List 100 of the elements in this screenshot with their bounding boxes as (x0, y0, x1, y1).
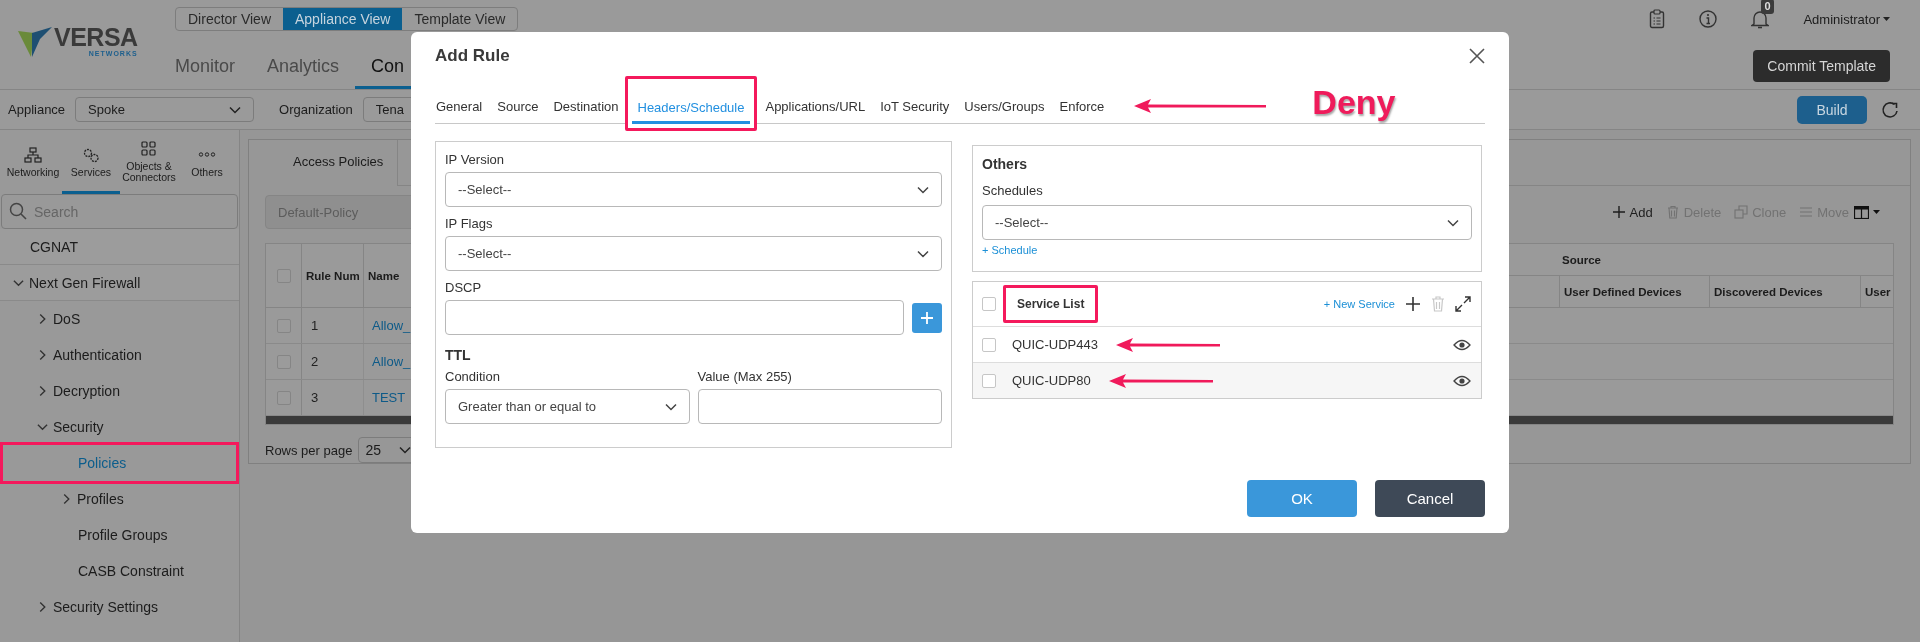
filter-label: Appliance (8, 102, 66, 117)
chevron-icon (229, 105, 242, 114)
plus-icon[interactable] (1405, 296, 1421, 312)
notification-badge: 0 (1761, 0, 1774, 14)
sidebar-item[interactable]: Authentication (0, 337, 239, 373)
view-tab[interactable]: Template View (402, 8, 518, 30)
chevron-icon (38, 349, 47, 361)
chevron-icon (1447, 218, 1459, 227)
view-tab[interactable]: Director View (176, 8, 283, 30)
field-label: Schedules (982, 182, 1044, 200)
sidebar-tab[interactable]: Objects & Connectors (120, 130, 178, 194)
filter-select[interactable]: Spoke (75, 97, 255, 122)
gears-icon (82, 146, 100, 163)
table-cell: 1 (311, 318, 319, 333)
sidebar-item[interactable]: CASB Constraint (0, 553, 239, 589)
tab[interactable]: Source (496, 93, 540, 123)
commit-template-button[interactable]: Commit Template (1753, 50, 1890, 82)
eye-icon[interactable] (1453, 338, 1471, 351)
policy-tab[interactable]: Access Policies (249, 140, 399, 186)
filter-label: Organization (279, 102, 353, 117)
annotation-label: Deny (1312, 85, 1396, 119)
service-name: QUIC-UDP443 (1012, 337, 1098, 352)
select-field[interactable]: --Select-- (445, 236, 942, 271)
chevron-icon (38, 601, 47, 613)
chevron-icon (13, 278, 24, 287)
field-label: IP Version (445, 151, 506, 169)
sidebar-item[interactable]: Security (0, 409, 239, 445)
field-label: DSCP (445, 279, 483, 297)
tab[interactable]: General (435, 93, 484, 123)
sidebar-item[interactable]: Profile Groups (0, 517, 239, 553)
column-header: User (1865, 285, 1891, 298)
new-service-link[interactable]: + New Service (1323, 298, 1395, 310)
plus-icon (921, 311, 933, 324)
rows-per-page-label: Rows per page (265, 442, 353, 458)
select-field[interactable]: Greater than or equal to (445, 389, 690, 424)
sidebar-tab[interactable]: Others (178, 130, 236, 194)
section-title: Others (982, 155, 1029, 174)
column-header: Discovered Devices (1714, 285, 1823, 298)
section-title: TTL (445, 346, 472, 365)
tab[interactable]: Applications/URL (764, 93, 867, 123)
caret-icon[interactable] (1873, 210, 1880, 214)
add-button[interactable] (912, 302, 942, 333)
close-icon[interactable] (1469, 48, 1485, 64)
field-label: Condition (445, 368, 501, 386)
chevron-icon (664, 402, 677, 411)
chevron-icon (917, 185, 929, 194)
chevron-icon (38, 313, 47, 325)
tab[interactable]: Destination (552, 93, 620, 123)
add-schedule-link[interactable]: + Schedule (982, 244, 1038, 256)
input-field[interactable] (697, 389, 942, 424)
nav-tab[interactable]: Analytics (251, 49, 356, 89)
input-field[interactable] (445, 300, 904, 335)
tab[interactable]: Headers/Schedule (631, 94, 751, 124)
select-field[interactable]: --Select-- (982, 205, 1472, 240)
info-icon[interactable] (1699, 10, 1718, 28)
plus-icon (1611, 205, 1626, 219)
list-title: Service List (1017, 297, 1085, 311)
checkbox[interactable] (982, 337, 996, 352)
chevron-icon (38, 385, 47, 397)
refresh-icon[interactable] (1881, 99, 1901, 120)
view-tab[interactable]: Appliance View (283, 8, 403, 30)
column-header: Name (368, 269, 400, 282)
eye-icon[interactable] (1453, 374, 1471, 387)
user-menu[interactable]: Administrator (1803, 11, 1890, 27)
chevron-icon (37, 423, 48, 431)
sidebar-item[interactable]: Profiles (0, 481, 239, 517)
columns-icon[interactable] (1854, 205, 1869, 219)
chevron-icon (399, 446, 412, 454)
column-header: Rule Num (306, 269, 360, 282)
sidebar-item[interactable]: Security Settings (0, 589, 239, 625)
caret-icon (1883, 17, 1890, 21)
dots-icon (198, 151, 216, 157)
tab[interactable]: IoT Security (879, 93, 951, 123)
brand-name: VERSA (54, 25, 138, 49)
sidebar-tab[interactable]: Networking (4, 130, 62, 194)
select-field[interactable]: --Select-- (445, 172, 942, 207)
chevron-icon (62, 493, 71, 505)
cancel-button[interactable]: Cancel (1375, 480, 1485, 517)
service-name: QUIC-UDP80 (1012, 373, 1091, 388)
tab[interactable]: Users/Groups (963, 93, 1046, 123)
sidebar-item[interactable]: Decryption (0, 373, 239, 409)
field-label: Value (Max 255) (697, 368, 793, 386)
toolbar-action[interactable]: Add (1611, 204, 1653, 220)
build-button[interactable]: Build (1797, 95, 1867, 124)
tab[interactable]: Enforce (1058, 93, 1106, 123)
bell-icon[interactable] (1751, 9, 1770, 29)
expand-icon[interactable] (1455, 296, 1471, 312)
copy-icon (1734, 205, 1749, 219)
ok-button[interactable]: OK (1247, 480, 1357, 517)
trash-icon (1665, 205, 1680, 219)
checkbox[interactable] (982, 373, 996, 388)
sidebar-tab[interactable]: Services (62, 130, 120, 194)
dialog-title: Add Rule (435, 46, 510, 66)
column-group-header: Source (1562, 253, 1601, 266)
clipboard-icon[interactable] (1649, 9, 1666, 29)
sidebar-item[interactable]: DoS (0, 301, 239, 337)
checkbox[interactable] (982, 297, 996, 311)
search-icon (9, 202, 27, 220)
network-icon (24, 146, 42, 163)
nav-tab[interactable]: Monitor (159, 49, 252, 89)
